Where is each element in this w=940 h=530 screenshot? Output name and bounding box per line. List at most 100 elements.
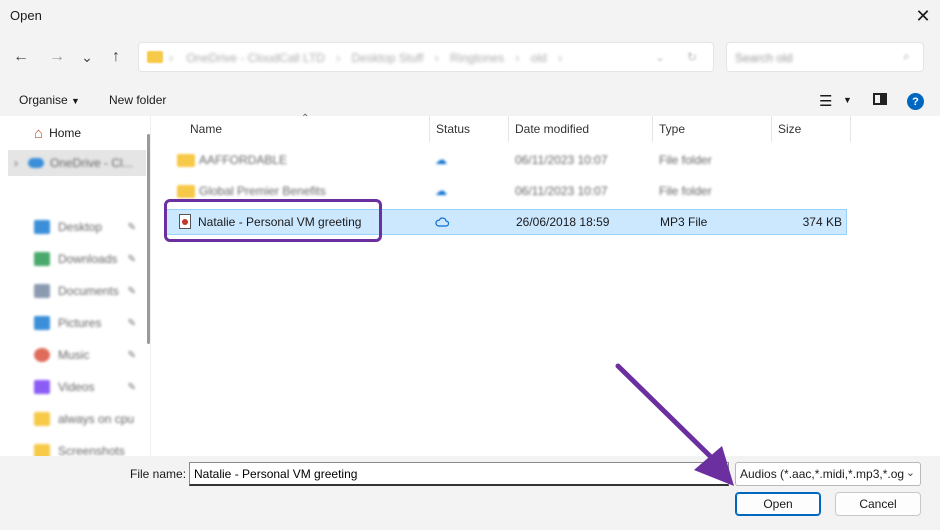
title-bar xyxy=(0,0,940,32)
sidebar-scrollbar[interactable] xyxy=(147,134,150,344)
sidebar-item-label: Desktop xyxy=(58,220,103,234)
column-header-status[interactable]: Status xyxy=(436,122,470,136)
navigation-pane[interactable]: ⌂ Home › OneDrive - Cl... Desktop ✎ Downl… xyxy=(0,116,150,456)
breadcrumb: › OneDrive - CloudCall LTD › Desktop Stu… xyxy=(169,51,563,65)
breadcrumb-item[interactable]: Desktop Stuff xyxy=(352,51,424,65)
downloads-icon xyxy=(34,252,50,266)
address-bar[interactable]: › OneDrive - CloudCall LTD › Desktop Stu… xyxy=(138,42,714,72)
file-date: 26/06/2018 18:59 xyxy=(516,215,610,229)
sidebar-item-label: Screenshots xyxy=(58,444,125,456)
sidebar-item-label: Downloads xyxy=(58,252,118,266)
file-row[interactable]: AAFFORDABLE ☁ 06/11/2023 10:07 File fold… xyxy=(165,147,847,173)
sidebar-item-label: always on cpu xyxy=(58,412,135,426)
help-icon[interactable]: ? xyxy=(907,93,924,110)
folder-icon xyxy=(177,154,195,167)
pin-icon[interactable]: ✎ xyxy=(128,382,136,393)
column-header-size[interactable]: Size xyxy=(778,122,801,136)
view-options-chevron-icon[interactable]: ▼ xyxy=(843,95,852,105)
sidebar-item-home[interactable]: ⌂ Home xyxy=(0,120,146,146)
sidebar-item-downloads[interactable]: Downloads ✎ xyxy=(0,246,146,272)
sidebar-item-label: Music xyxy=(58,348,90,362)
pin-icon[interactable]: ✎ xyxy=(128,254,136,265)
sidebar-item-onedrive[interactable]: › OneDrive - Cl... xyxy=(8,150,146,176)
file-name: AAFFORDABLE xyxy=(199,153,288,167)
cancel-button[interactable]: Cancel xyxy=(835,492,921,516)
file-type-filter-value: Audios (*.aac,*.midi,*.mp3,*.og xyxy=(740,467,905,481)
cloud-status-icon: ☁ xyxy=(435,153,447,167)
column-divider[interactable] xyxy=(508,116,509,142)
chevron-down-icon: ⌄ xyxy=(905,467,915,479)
sidebar-item-label: Documents xyxy=(58,284,119,298)
pin-icon[interactable]: ✎ xyxy=(128,318,136,329)
folder-icon xyxy=(177,185,195,198)
sidebar-item-screenshots[interactable]: Screenshots xyxy=(0,438,146,456)
file-name-input[interactable] xyxy=(189,462,729,486)
breadcrumb-item[interactable]: Ringtones xyxy=(450,51,504,65)
cloud-status-icon xyxy=(435,217,449,227)
search-input[interactable]: Search old ⌕ xyxy=(726,42,924,72)
breadcrumb-item[interactable]: old xyxy=(531,51,547,65)
sort-ascending-icon: ⌃ xyxy=(301,113,310,124)
up-button[interactable]: ↑ xyxy=(103,44,129,70)
cloud-icon xyxy=(28,158,44,168)
column-divider[interactable] xyxy=(429,116,430,142)
search-placeholder: Search old xyxy=(735,51,793,65)
file-type: MP3 File xyxy=(660,215,708,229)
column-header-date-modified[interactable]: Date modified xyxy=(515,122,589,136)
preview-pane-icon[interactable] xyxy=(873,93,887,105)
organise-label: Organise xyxy=(19,93,68,107)
sidebar-item-label: OneDrive - Cl... xyxy=(50,156,133,170)
file-name: Global Premier Benefits xyxy=(199,184,326,198)
file-size: 374 KB xyxy=(802,215,842,229)
file-date: 06/11/2023 10:07 xyxy=(515,153,608,167)
search-icon: ⌕ xyxy=(903,49,910,63)
pin-icon[interactable]: ✎ xyxy=(128,286,136,297)
file-date: 06/11/2023 10:07 xyxy=(515,184,608,198)
chevron-right-icon: › xyxy=(14,156,18,170)
column-divider[interactable] xyxy=(652,116,653,142)
file-type-filter-select[interactable]: Audios (*.aac,*.midi,*.mp3,*.og ⌄ xyxy=(735,462,921,486)
chevron-down-icon[interactable]: ⌄ xyxy=(655,50,665,64)
music-icon xyxy=(34,348,50,362)
sidebar-item-videos[interactable]: Videos ✎ xyxy=(0,374,146,400)
organise-button[interactable]: Organise ▼ xyxy=(19,93,80,107)
sidebar-item-label: Home xyxy=(49,126,82,140)
cloud-status-icon: ☁ xyxy=(435,184,447,198)
open-button[interactable]: Open xyxy=(735,492,821,516)
sidebar-item-label: Pictures xyxy=(58,316,102,330)
recent-locations-button[interactable]: ⌄ xyxy=(74,44,100,70)
column-divider[interactable] xyxy=(850,116,851,142)
pictures-icon xyxy=(34,316,50,330)
file-type: File folder xyxy=(659,153,712,167)
view-list-icon[interactable]: ☰ xyxy=(819,92,832,110)
refresh-icon[interactable]: ↻ xyxy=(687,50,697,64)
file-name-label: File name: xyxy=(130,467,187,481)
column-header-type[interactable]: Type xyxy=(659,122,685,136)
documents-icon xyxy=(34,284,50,298)
sidebar-item-documents[interactable]: Documents ✎ xyxy=(0,278,146,304)
column-header-name[interactable]: Name xyxy=(190,122,222,136)
file-list[interactable]: ⌃ Name Status Date modified Type Size AA… xyxy=(157,113,940,456)
sidebar-item-music[interactable]: Music ✎ xyxy=(0,342,146,368)
sidebar-item-label: Videos xyxy=(58,380,95,394)
videos-icon xyxy=(34,380,50,394)
back-button[interactable]: ← xyxy=(8,44,34,70)
home-icon: ⌂ xyxy=(34,124,44,142)
sidebar-item-always-on-cpu[interactable]: always on cpu xyxy=(0,406,146,432)
sidebar-item-pictures[interactable]: Pictures ✎ xyxy=(0,310,146,336)
pin-icon[interactable]: ✎ xyxy=(128,222,136,233)
folder-icon xyxy=(147,51,163,63)
forward-button[interactable]: → xyxy=(44,44,70,70)
new-folder-button[interactable]: New folder xyxy=(109,93,166,107)
breadcrumb-item[interactable]: OneDrive - CloudCall LTD xyxy=(186,51,325,65)
annotation-highlight-box xyxy=(164,199,382,242)
file-type: File folder xyxy=(659,184,712,198)
folder-icon xyxy=(34,412,50,426)
sidebar-item-desktop[interactable]: Desktop ✎ xyxy=(0,214,146,240)
close-icon[interactable]: ✕ xyxy=(910,4,936,28)
window-title: Open xyxy=(10,8,42,23)
column-divider[interactable] xyxy=(771,116,772,142)
desktop-icon xyxy=(34,220,50,234)
folder-icon xyxy=(34,444,50,456)
pin-icon[interactable]: ✎ xyxy=(128,350,136,361)
